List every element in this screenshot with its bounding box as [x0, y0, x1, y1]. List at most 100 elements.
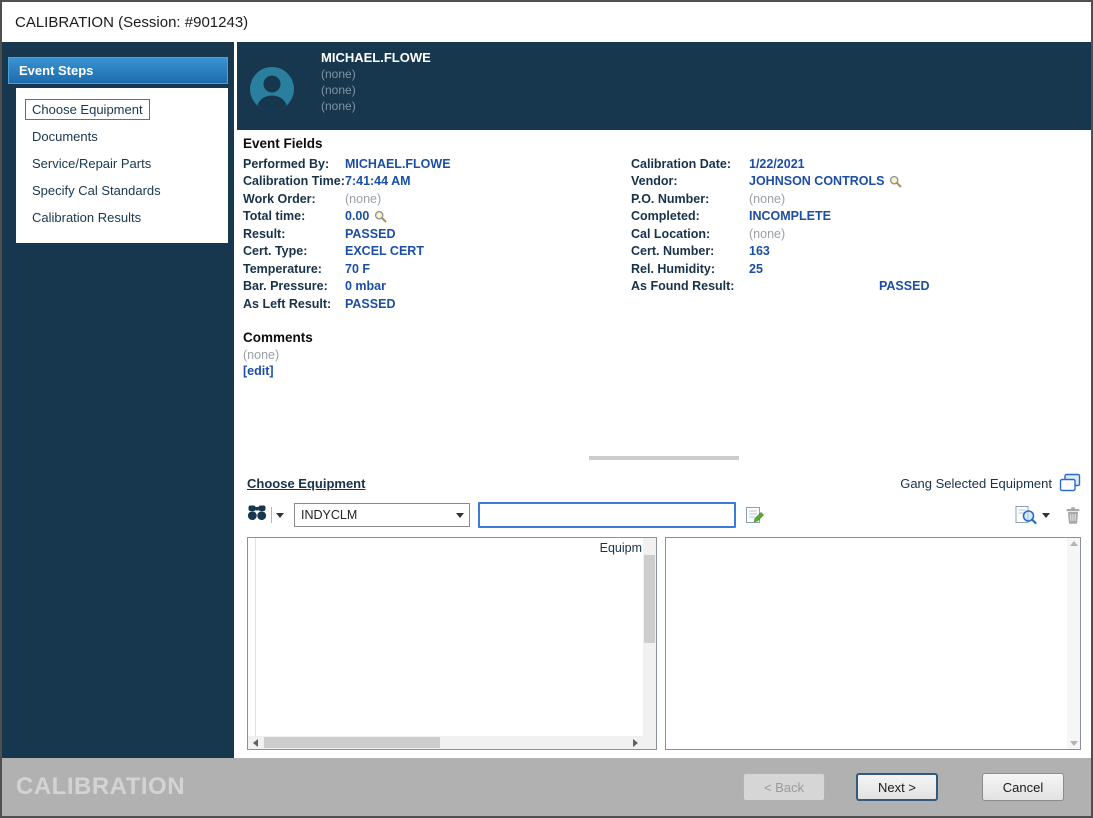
gang-selected-equipment: Gang Selected Equipment [900, 473, 1081, 493]
field-value: MICHAEL.FLOWE [345, 157, 451, 171]
field-row: Work Order: (none) [243, 190, 631, 208]
scrollbar-thumb[interactable] [644, 555, 655, 643]
sidebar-item-choose-equipment[interactable]: Choose Equipment [22, 96, 222, 123]
step-label: Service/Repair Parts [25, 153, 158, 174]
equipment-list[interactable]: Equipm [247, 537, 657, 750]
back-button: < Back [743, 773, 825, 801]
field-row: Cal Location: (none) [631, 225, 1083, 243]
user-info: MICHAEL.FLOWE (none) (none) (none) [321, 50, 431, 130]
footer-bar: CALIBRATION < Back Next > Cancel [2, 758, 1091, 816]
comments-section: Comments (none) [edit] [243, 329, 1083, 379]
binoculars-icon [247, 504, 267, 526]
field-value: (none) [749, 227, 785, 241]
field-row: Vendor: JOHNSON CONTROLS [631, 173, 1083, 191]
gang-equipment-icon[interactable] [1059, 473, 1081, 493]
combobox-value: INDYCLM [301, 508, 357, 522]
field-row: Temperature: 70 F [243, 260, 631, 278]
event-fields-section: Event Fields Performed By: MICHAEL.FLOWE… [237, 130, 1091, 453]
sidebar-item-specify-cal-standards[interactable]: Specify Cal Standards [22, 177, 222, 204]
user-detail-line: (none) [321, 66, 431, 82]
gang-selected-equipment-label: Gang Selected Equipment [900, 476, 1052, 491]
vertical-scrollbar[interactable] [643, 538, 656, 736]
sidebar-item-documents[interactable]: Documents [22, 123, 222, 150]
field-label: P.O. Number: [631, 192, 749, 206]
combobox-dropdown-arrow-icon[interactable] [451, 504, 469, 526]
vertical-scrollbar[interactable] [1067, 538, 1080, 749]
event-fields-left-column: Performed By: MICHAEL.FLOWE Calibration … [243, 155, 631, 313]
field-row: Calibration Date: 1/22/2021 [631, 155, 1083, 173]
equipment-search-input[interactable] [478, 502, 736, 528]
equipment-toolbar: INDYCLM [247, 501, 1081, 529]
scroll-right-arrow-icon[interactable] [628, 736, 643, 749]
preview-equipment-icon[interactable] [1014, 505, 1037, 525]
field-value: 25 [749, 262, 763, 276]
field-row: Total time: 0.00 [243, 208, 631, 226]
field-row: Cert. Type: EXCEL CERT [243, 243, 631, 261]
equipment-filter-combobox[interactable]: INDYCLM [294, 503, 470, 527]
user-name: MICHAEL.FLOWE [321, 50, 431, 66]
field-value: JOHNSON CONTROLS [749, 174, 884, 188]
field-row: Cert. Number: 163 [631, 243, 1083, 261]
edit-list-icon[interactable] [745, 505, 765, 525]
scrollbar-thumb[interactable] [264, 737, 440, 748]
delete-equipment-icon[interactable] [1065, 506, 1081, 524]
find-split-button[interactable] [247, 504, 284, 526]
lookup-icon[interactable] [374, 210, 387, 223]
field-label: Performed By: [243, 157, 345, 171]
selected-equipment-list[interactable] [665, 537, 1081, 750]
event-fields-columns: Performed By: MICHAEL.FLOWE Calibration … [243, 155, 1083, 313]
field-value: 1/22/2021 [749, 157, 805, 171]
field-label: As Found Result: [631, 279, 749, 293]
preview-dropdown-arrow-icon[interactable] [1042, 513, 1050, 518]
field-value: (none) [345, 192, 381, 206]
event-fields-right-column: Calibration Date: 1/22/2021 Vendor: JOHN… [631, 155, 1083, 313]
field-row: As Found Result: PASSED [631, 278, 1083, 296]
field-label: Cal Location: [631, 227, 749, 241]
scrollbar-corner [643, 736, 656, 749]
next-button[interactable]: Next > [856, 773, 938, 801]
field-row: As Left Result: PASSED [243, 295, 631, 313]
field-value: EXCEL CERT [345, 244, 424, 258]
field-value: 0.00 [345, 209, 369, 223]
find-dropdown-arrow-icon[interactable] [276, 513, 284, 518]
scroll-left-arrow-icon[interactable] [248, 736, 263, 749]
cancel-button[interactable]: Cancel [982, 773, 1064, 801]
sidebar: Event Steps Choose Equipment Documents S… [2, 42, 234, 758]
user-detail-line: (none) [321, 82, 431, 98]
splitter-grip[interactable] [589, 456, 739, 460]
lookup-icon[interactable] [889, 175, 902, 188]
step-label: Calibration Results [25, 207, 148, 228]
sidebar-item-calibration-results[interactable]: Calibration Results [22, 204, 222, 231]
column-header-equipment[interactable]: Equipm [600, 541, 642, 555]
field-value: PASSED [749, 279, 929, 293]
scroll-down-arrow-icon[interactable] [1070, 741, 1078, 746]
field-value: (none) [749, 192, 785, 206]
comments-edit-link[interactable]: [edit] [243, 363, 1083, 379]
horizontal-scrollbar[interactable] [248, 736, 643, 749]
field-row: Rel. Humidity: 25 [631, 260, 1083, 278]
field-row: P.O. Number: (none) [631, 190, 1083, 208]
footer-watermark: CALIBRATION [16, 773, 185, 801]
choose-equipment-title: Choose Equipment [247, 476, 365, 491]
field-label: As Left Result: [243, 297, 345, 311]
field-label: Cert. Number: [631, 244, 749, 258]
splitter[interactable] [237, 453, 1091, 465]
field-label: Total time: [243, 209, 345, 223]
window-title: CALIBRATION (Session: #901243) [15, 14, 248, 31]
sidebar-item-service-repair-parts[interactable]: Service/Repair Parts [22, 150, 222, 177]
field-label: Result: [243, 227, 345, 241]
field-value: 0 mbar [345, 279, 386, 293]
wizard-buttons: < Back Next > Cancel [743, 773, 1064, 801]
field-row: Calibration Time: 7:41:44 AM [243, 173, 631, 191]
user-banner: MICHAEL.FLOWE (none) (none) (none) [237, 42, 1091, 130]
field-label: Bar. Pressure: [243, 279, 345, 293]
equipment-lists: Equipm [247, 537, 1081, 750]
field-label: Calibration Date: [631, 157, 749, 171]
event-steps-list: Choose Equipment Documents Service/Repai… [16, 88, 228, 243]
field-value: 163 [749, 244, 770, 258]
event-fields-title: Event Fields [243, 136, 1083, 151]
scroll-up-arrow-icon[interactable] [1070, 541, 1078, 546]
field-label: Cert. Type: [243, 244, 345, 258]
event-steps-header[interactable]: Event Steps [8, 57, 228, 84]
toolbar-separator [271, 507, 272, 523]
